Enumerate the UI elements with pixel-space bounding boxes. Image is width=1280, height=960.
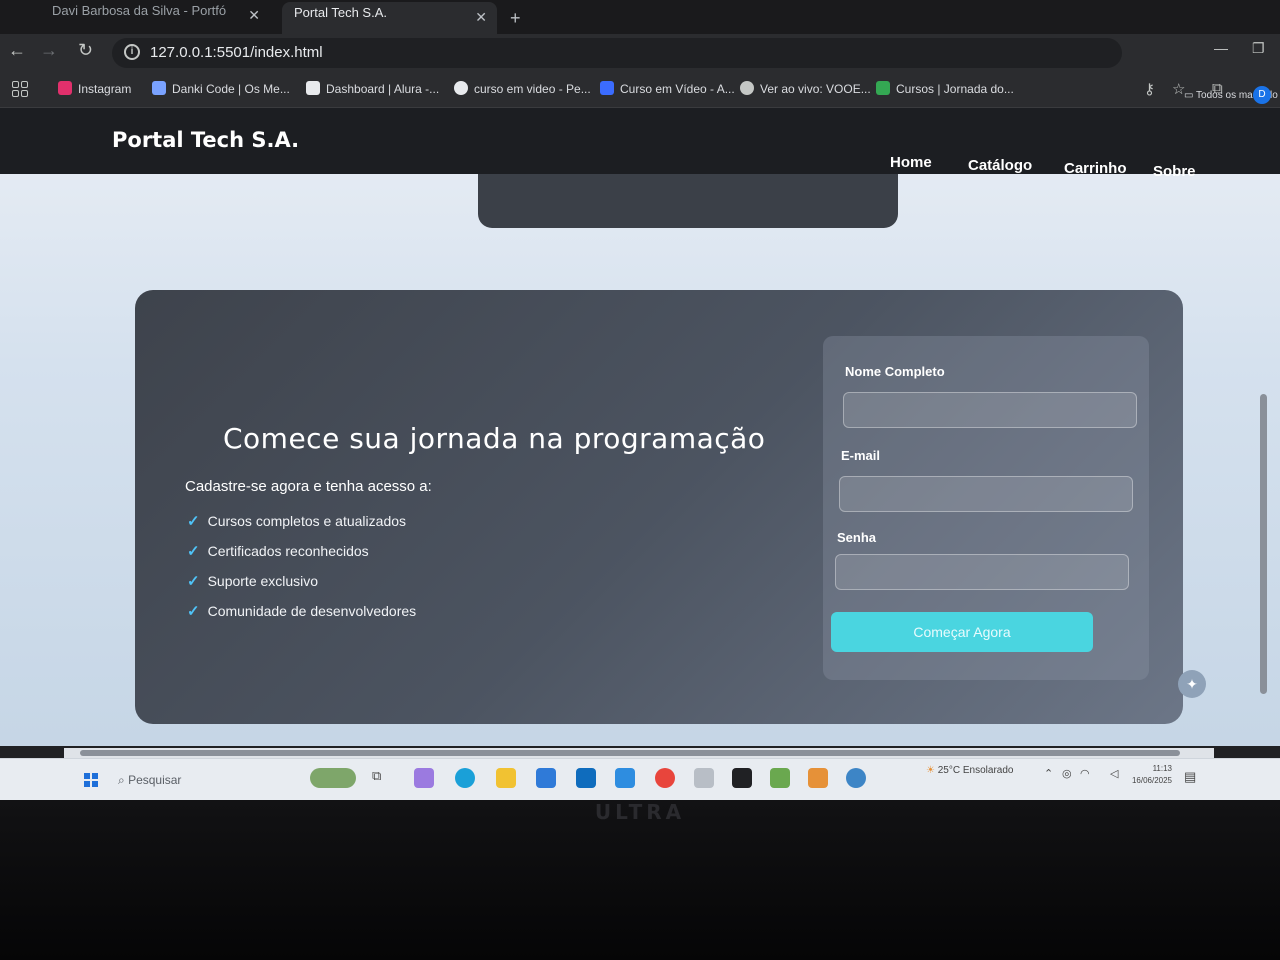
check-icon: ✓ xyxy=(187,573,200,590)
reload-icon[interactable]: ↻ xyxy=(78,40,93,61)
edge-icon[interactable] xyxy=(455,768,475,788)
browser-toolbar: ← → ↻ i 127.0.0.1:5501/index.html — ❐ xyxy=(0,34,1280,72)
hero-title: Comece sua jornada na programação xyxy=(223,422,766,455)
url-text: 127.0.0.1:5501/index.html xyxy=(150,44,323,61)
site-info-icon[interactable]: i xyxy=(124,44,140,60)
store-icon[interactable] xyxy=(536,768,556,788)
email-label: E-mail xyxy=(841,448,881,463)
compass-icon[interactable]: ✦ xyxy=(1178,670,1206,698)
apps-icon[interactable] xyxy=(12,81,28,97)
windows-start-icon[interactable] xyxy=(84,773,98,787)
outlook-icon[interactable] xyxy=(576,768,596,788)
screen: Davi Barbosa da Silva - Portfó ✕ Portal … xyxy=(0,0,1280,800)
app-icon[interactable] xyxy=(732,768,752,788)
password-label: Senha xyxy=(837,530,877,545)
password-key-icon[interactable]: ⚷ xyxy=(1144,80,1155,98)
password-field[interactable] xyxy=(835,554,1129,590)
check-icon: ✓ xyxy=(187,543,200,560)
check-icon: ✓ xyxy=(187,513,200,530)
chevron-up-icon[interactable]: ⌃ xyxy=(1044,767,1053,780)
close-icon[interactable]: ✕ xyxy=(475,6,487,28)
start-now-button[interactable]: Começar Agora xyxy=(831,612,1093,652)
close-icon[interactable]: ✕ xyxy=(248,4,260,26)
nav-carrinho[interactable]: Carrinho xyxy=(1064,160,1127,177)
globe-icon xyxy=(740,81,754,95)
turtle-widget-icon[interactable] xyxy=(310,768,356,788)
volume-icon[interactable]: ◁ xyxy=(1110,767,1118,780)
tab-portfolio[interactable]: Davi Barbosa da Silva - Portfó ✕ xyxy=(40,0,270,34)
address-bar[interactable]: i 127.0.0.1:5501/index.html xyxy=(112,38,1122,68)
benefits-list: ✓ Cursos completos e atualizados ✓ Certifi… xyxy=(187,512,416,632)
signup-form: Nome Completo E-mail Senha Começar Agora xyxy=(823,336,1149,680)
maximize-icon[interactable]: ❐ xyxy=(1252,40,1265,57)
nav-home[interactable]: Home xyxy=(890,154,932,171)
alura-icon xyxy=(306,81,320,95)
chrome-icon[interactable] xyxy=(655,768,675,788)
monitor-bezel: ULTRA xyxy=(0,800,1280,960)
network-icon[interactable]: ◎ xyxy=(1062,767,1072,780)
check-icon: ✓ xyxy=(187,603,200,620)
copilot-icon[interactable] xyxy=(414,768,434,788)
list-item: ✓ Suporte exclusivo xyxy=(187,573,319,590)
bookmark-instagram[interactable]: Instagram xyxy=(58,81,131,96)
tab-strip: Davi Barbosa da Silva - Portfó ✕ Portal … xyxy=(0,0,1280,36)
folder-icon: ▭ xyxy=(1184,90,1197,101)
notification-icon[interactable]: ▤ xyxy=(1184,769,1196,785)
app-icon[interactable] xyxy=(770,768,790,788)
file-explorer-icon[interactable] xyxy=(496,768,516,788)
name-label: Nome Completo xyxy=(845,364,945,379)
google-icon xyxy=(454,81,468,95)
tab-title: Davi Barbosa da Silva - Portfó xyxy=(52,3,227,18)
bookmark-alura[interactable]: Dashboard | Alura -... xyxy=(306,81,439,96)
previous-section-card xyxy=(478,174,898,228)
signup-hero-card: Comece sua jornada na programação Cadast… xyxy=(135,290,1183,724)
hero-subtitle: Cadastre-se agora e tenha acesso a: xyxy=(185,478,432,495)
bookmark-curso-em-video[interactable]: Curso em Vídeo - A... xyxy=(600,81,735,96)
tab-portal-tech[interactable]: Portal Tech S.A. ✕ xyxy=(282,2,497,36)
bookmark-vooe[interactable]: Ver ao vivo: VOOE... xyxy=(740,81,871,96)
clock[interactable]: 11:13 16/06/2025 xyxy=(1128,763,1172,787)
bookmark-danki-code[interactable]: Danki Code | Os Me... xyxy=(152,81,290,96)
minimize-icon[interactable]: — xyxy=(1214,40,1228,56)
sun-icon: ☀ xyxy=(926,765,938,776)
name-field[interactable] xyxy=(843,392,1137,428)
wifi-icon[interactable]: ◠ xyxy=(1080,767,1090,780)
list-item: ✓ Certificados reconhecidos xyxy=(187,543,369,560)
new-tab-icon[interactable]: + xyxy=(510,8,521,29)
nav-catalogo[interactable]: Catálogo xyxy=(968,157,1032,174)
bookmark-curso-em-video-google[interactable]: curso em video - Pe... xyxy=(454,81,591,96)
profile-avatar[interactable]: D xyxy=(1253,86,1271,104)
instagram-icon xyxy=(58,81,72,95)
horizontal-scrollbar[interactable] xyxy=(64,748,1214,758)
list-item: ✓ Cursos completos e atualizados xyxy=(187,513,407,530)
list-item: ✓ Comunidade de desenvolvedores xyxy=(187,603,417,620)
forward-icon[interactable]: → xyxy=(40,40,58,61)
taskbar: ⌕ Pesquisar ⧉ ☀ 25°C Ensolarado ⌃ ◎ ◠ ◁ … xyxy=(0,758,1280,800)
app-icon[interactable] xyxy=(808,768,828,788)
back-icon[interactable]: ← xyxy=(8,40,26,61)
nav-sobre[interactable]: Sobre xyxy=(1153,163,1196,180)
monitor-brand: ULTRA xyxy=(594,800,686,824)
play-icon xyxy=(876,81,890,95)
bookmark-jornada[interactable]: Cursos | Jornada do... xyxy=(876,81,1014,96)
task-view-icon[interactable]: ⧉ xyxy=(372,768,392,788)
weather-widget[interactable]: ☀ 25°C Ensolarado xyxy=(926,765,1013,776)
taskbar-search[interactable]: ⌕ Pesquisar xyxy=(118,767,298,793)
code-icon xyxy=(152,81,166,95)
app-icon[interactable] xyxy=(846,768,866,788)
site-logo[interactable]: Portal Tech S.A. xyxy=(112,128,299,152)
vscode-icon[interactable] xyxy=(615,768,635,788)
site-header: Portal Tech S.A. Home Catálogo Carrinho … xyxy=(0,108,1280,180)
app-icon[interactable] xyxy=(694,768,714,788)
vertical-scrollbar[interactable] xyxy=(1258,174,1270,746)
web-page: Portal Tech S.A. Home Catálogo Carrinho … xyxy=(0,108,1280,746)
bookmarks-bar: Instagram Danki Code | Os Me... Dashboar… xyxy=(0,72,1280,108)
tab-title: Portal Tech S.A. xyxy=(294,5,387,20)
cursoemvideo-icon xyxy=(600,81,614,95)
search-icon: ⌕ xyxy=(118,773,129,787)
email-field[interactable] xyxy=(839,476,1133,512)
